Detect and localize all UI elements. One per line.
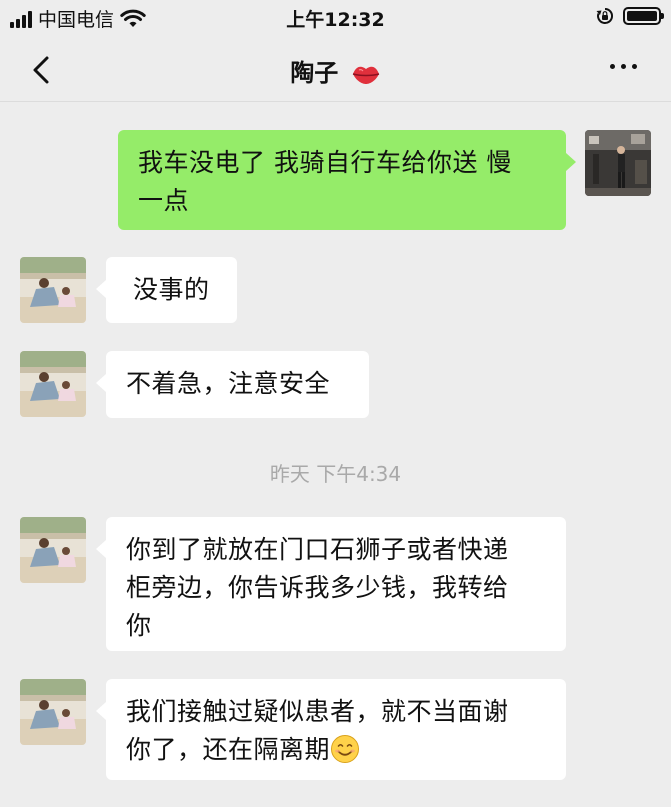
message-text-line: 柜旁边，你告诉我多少钱，我转给 xyxy=(126,573,509,602)
message-text: 你了，还在隔离期 xyxy=(126,735,331,764)
chat-header: 陶子 xyxy=(0,36,671,102)
contact-avatar[interactable] xyxy=(20,351,86,417)
message-text-line: 我们接触过疑似患者，就不当面谢 xyxy=(126,697,509,726)
bubble-tail xyxy=(96,374,106,392)
message-text-line: 一点 xyxy=(138,186,190,215)
bubble-tail xyxy=(96,702,106,720)
message-text-line: 你 xyxy=(126,611,152,640)
message-bubble[interactable]: 我们接触过疑似患者，就不当面谢 你了，还在隔离期 xyxy=(106,679,566,780)
dot xyxy=(632,64,637,69)
beach-photo-avatar-icon xyxy=(20,351,86,417)
message-bubble[interactable]: 不着急，注意安全 xyxy=(106,351,369,418)
message-bubble[interactable]: 我车没电了 我骑自行车给你送 慢 一点 xyxy=(118,130,566,230)
contact-avatar[interactable] xyxy=(20,679,86,745)
dot xyxy=(610,64,615,69)
contact-name: 陶子 xyxy=(290,59,339,87)
timestamp: 昨天 下午4:34 xyxy=(269,462,402,486)
beach-photo-avatar-icon xyxy=(20,517,86,583)
kiss-lips-icon xyxy=(352,66,379,84)
my-avatar[interactable] xyxy=(585,130,651,196)
bubble-tail xyxy=(96,280,106,298)
dot xyxy=(621,64,626,69)
more-options-button[interactable] xyxy=(610,64,637,69)
rotation-lock-icon xyxy=(596,7,614,24)
message-text-line: 我车没电了 我骑自行车给你送 慢 xyxy=(138,148,512,177)
bubble-tail xyxy=(566,153,576,171)
message-text-line: 你了，还在隔离期 xyxy=(126,731,546,769)
gym-photo-avatar-icon xyxy=(585,130,651,196)
contact-avatar[interactable] xyxy=(20,517,86,583)
status-bar: 中国电信 上午12:32 xyxy=(0,0,671,36)
status-time: 上午12:32 xyxy=(286,9,385,31)
status-right xyxy=(595,6,664,26)
message-bubble[interactable]: 没事的 xyxy=(106,257,237,323)
message-text-line: 你到了就放在门口石狮子或者快递 xyxy=(126,535,509,564)
message-bubble[interactable]: 你到了就放在门口石狮子或者快递 柜旁边，你告诉我多少钱，我转给 你 xyxy=(106,517,566,651)
message-text: 没事的 xyxy=(133,275,210,304)
battery-icon xyxy=(623,7,664,25)
contact-avatar[interactable] xyxy=(20,257,86,323)
beach-photo-avatar-icon xyxy=(20,679,86,745)
message-text: 不着急，注意安全 xyxy=(126,369,331,398)
chat-title: 陶子 xyxy=(0,53,671,88)
smiling-face-icon xyxy=(331,735,360,763)
beach-photo-avatar-icon xyxy=(20,257,86,323)
bubble-tail xyxy=(96,540,106,558)
